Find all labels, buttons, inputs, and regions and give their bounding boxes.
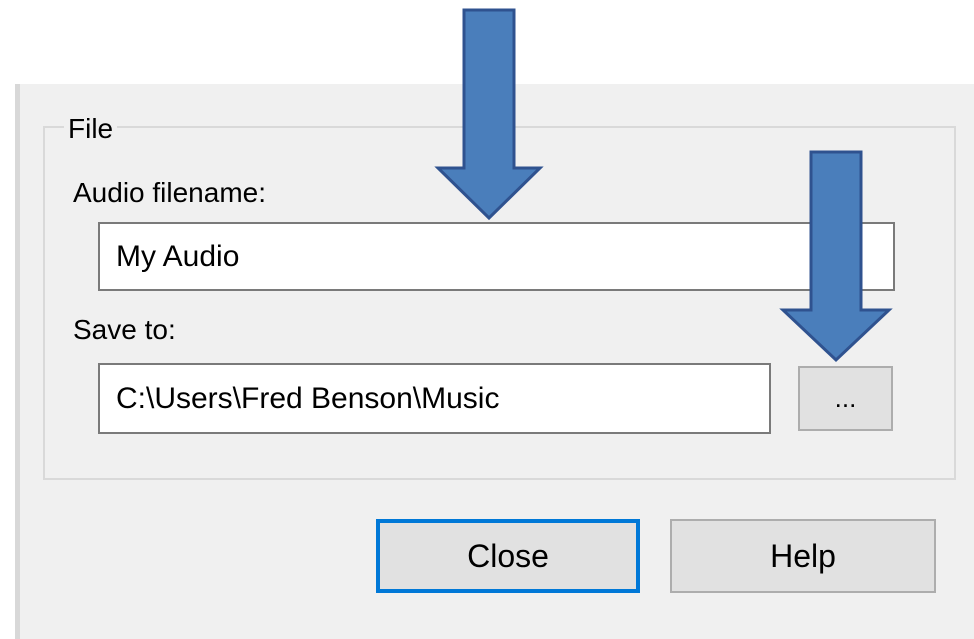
screenshot-stage: File Audio filename: Save to: ... Close …	[0, 0, 974, 639]
browse-folder-button[interactable]: ...	[798, 366, 893, 431]
file-group-legend: File	[64, 112, 118, 146]
down-arrow-icon	[779, 150, 893, 363]
help-button[interactable]: Help	[670, 519, 936, 593]
down-arrow-icon	[434, 8, 544, 221]
save-to-input[interactable]	[98, 363, 771, 434]
audio-filename-input[interactable]	[98, 222, 895, 291]
close-button[interactable]: Close	[376, 519, 640, 593]
audio-filename-label: Audio filename:	[73, 177, 267, 208]
save-to-label: Save to:	[73, 314, 176, 345]
